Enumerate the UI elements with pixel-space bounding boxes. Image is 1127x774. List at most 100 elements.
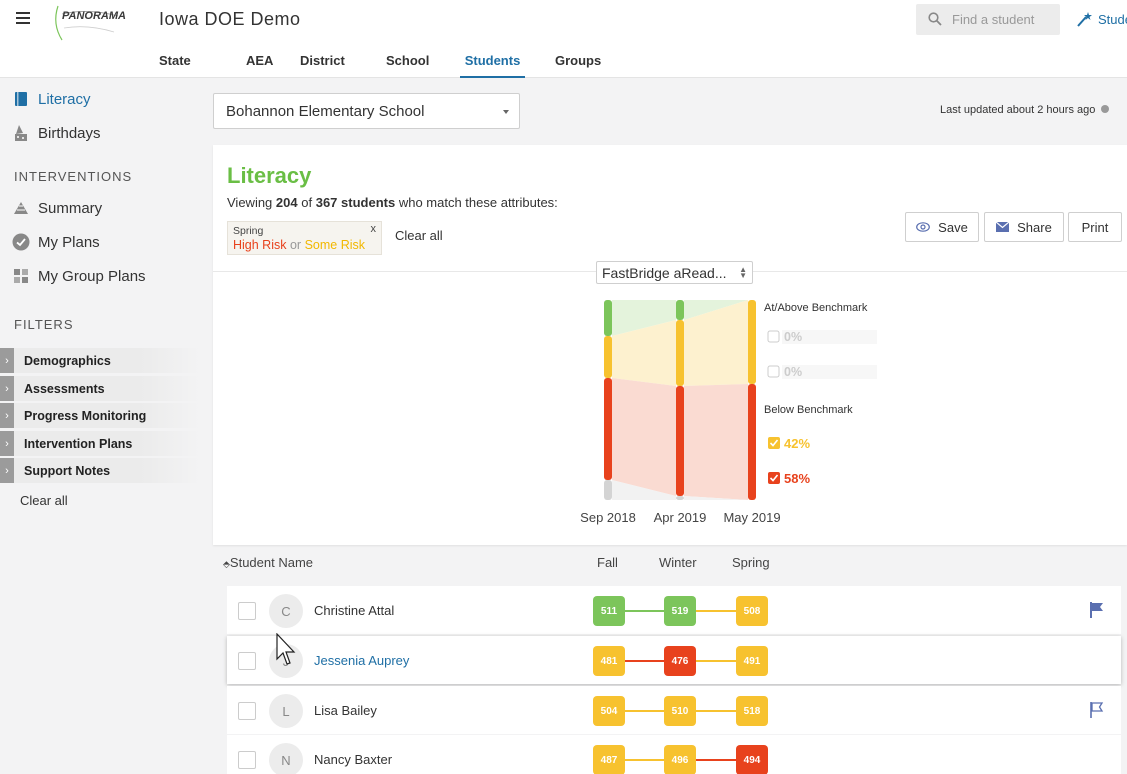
row-checkbox[interactable] bbox=[238, 702, 256, 720]
avatar: L bbox=[269, 694, 303, 728]
assessment-select-value: FastBridge aRead... bbox=[602, 265, 727, 281]
app-title: Iowa DOE Demo bbox=[159, 9, 301, 29]
filter-chip[interactable]: Spring x High Risk or Some Risk bbox=[227, 221, 382, 255]
school-select-value: Bohannon Elementary School bbox=[226, 103, 425, 120]
nav-tabs: State AEA District School Students Group… bbox=[159, 53, 615, 78]
fall-header: Fall bbox=[597, 555, 618, 570]
chevron-right-icon: › bbox=[0, 431, 14, 456]
score-fall: 481 bbox=[593, 646, 625, 676]
x-tick-label: May 2019 bbox=[723, 510, 780, 525]
share-button[interactable]: Share bbox=[984, 212, 1064, 242]
row-checkbox[interactable] bbox=[238, 751, 256, 769]
studio-link[interactable]: Student bbox=[1076, 11, 1127, 27]
table-row[interactable]: J Jessenia Auprey 481 476 491 bbox=[227, 636, 1121, 684]
filter-intervention-plans[interactable]: › Intervention Plans bbox=[0, 431, 200, 456]
row-checkbox[interactable] bbox=[238, 652, 256, 670]
flow-area-high-risk bbox=[684, 384, 748, 500]
school-select[interactable]: Bohannon Elementary School bbox=[213, 93, 520, 129]
legend-value: 42% bbox=[784, 436, 810, 451]
legend-checkbox bbox=[767, 365, 780, 378]
bar-segment bbox=[604, 336, 612, 378]
filter-support-notes[interactable]: › Support Notes bbox=[0, 458, 200, 483]
score-fall: 487 bbox=[593, 745, 625, 774]
tab-aea[interactable]: AEA bbox=[246, 53, 300, 78]
assessment-select[interactable]: FastBridge aRead... ▲ ▼ bbox=[596, 261, 753, 284]
student-name: Lisa Bailey bbox=[314, 703, 377, 718]
menu-icon[interactable] bbox=[16, 12, 30, 26]
help-icon[interactable] bbox=[1101, 105, 1110, 113]
tab-district[interactable]: District bbox=[300, 53, 386, 78]
envelope-icon bbox=[996, 222, 1010, 232]
score-spring: 494 bbox=[736, 745, 768, 774]
row-checkbox[interactable] bbox=[238, 602, 256, 620]
sidebar-clear-all[interactable]: Clear all bbox=[20, 493, 68, 508]
bar-segment-no-data bbox=[604, 480, 612, 500]
score-fall: 504 bbox=[593, 696, 625, 726]
flag-filled-icon[interactable] bbox=[1089, 601, 1105, 619]
flow-area-high-risk bbox=[612, 378, 676, 496]
tab-students[interactable]: Students bbox=[460, 53, 525, 78]
sidebar-item-label: My Group Plans bbox=[38, 267, 146, 285]
top-header: PANORAMA Iowa DOE Demo Find a student St… bbox=[0, 0, 1127, 78]
close-icon[interactable]: x bbox=[371, 223, 377, 235]
filter-demographics[interactable]: › Demographics bbox=[0, 348, 200, 373]
score-winter: 510 bbox=[664, 696, 696, 726]
wand-icon bbox=[1077, 12, 1092, 27]
save-button[interactable]: Save bbox=[905, 212, 979, 242]
bar-segment bbox=[676, 320, 684, 386]
viewing-suffix: who match these attributes: bbox=[398, 195, 558, 210]
filter-label: Assessments bbox=[24, 381, 105, 396]
sidebar-item-my-plans[interactable]: My Plans bbox=[12, 233, 100, 251]
print-button[interactable]: Print bbox=[1068, 212, 1122, 242]
tab-state[interactable]: State bbox=[159, 53, 246, 78]
score-winter: 519 bbox=[664, 596, 696, 626]
sort-icon: ⬘ bbox=[223, 559, 230, 569]
student-name-header-label: Student Name bbox=[229, 555, 314, 570]
score-winter: 476 bbox=[664, 646, 696, 676]
share-label: Share bbox=[1017, 219, 1052, 235]
score-connector bbox=[624, 759, 664, 761]
last-updated: Last updated about 2 hours ago bbox=[940, 104, 1110, 116]
literacy-card: Literacy Viewing 204 of 367 students who… bbox=[213, 145, 1127, 545]
table-row[interactable]: L Lisa Bailey 504 510 518 bbox=[227, 686, 1121, 734]
grid-icon bbox=[12, 267, 30, 285]
score-connector bbox=[696, 610, 736, 612]
tab-groups[interactable]: Groups bbox=[555, 53, 615, 78]
sidebar-item-birthdays[interactable]: Birthdays bbox=[12, 124, 101, 142]
legend-checkbox-checked bbox=[768, 472, 780, 484]
score-connector bbox=[696, 660, 736, 662]
last-updated-text: Last updated about 2 hours ago bbox=[940, 104, 1096, 116]
sidebar-item-literacy[interactable]: Literacy bbox=[12, 90, 91, 108]
student-search[interactable]: Find a student bbox=[916, 4, 1060, 35]
save-label: Save bbox=[938, 219, 968, 235]
interventions-heading: INTERVENTIONS bbox=[14, 169, 133, 184]
flag-outline-icon[interactable] bbox=[1089, 701, 1105, 719]
sidebar-item-label: My Plans bbox=[38, 233, 100, 251]
tab-school[interactable]: School bbox=[386, 53, 460, 78]
filter-assessments[interactable]: › Assessments bbox=[0, 376, 200, 401]
chip-season: Spring bbox=[233, 225, 264, 237]
filter-progress-monitoring[interactable]: › Progress Monitoring bbox=[0, 403, 200, 428]
viewing-total: 367 students bbox=[315, 195, 396, 210]
legend-checkbox-checked bbox=[768, 437, 780, 449]
student-name-link[interactable]: Jessenia Auprey bbox=[314, 653, 409, 668]
chevron-down-icon bbox=[503, 110, 509, 114]
panorama-logo[interactable]: PANORAMA bbox=[48, 4, 132, 42]
sidebar-item-summary[interactable]: Summary bbox=[12, 199, 102, 217]
viewing-of: of bbox=[301, 195, 313, 210]
legend-value: 0% bbox=[784, 330, 802, 344]
winter-header: Winter bbox=[659, 555, 697, 570]
cake-icon bbox=[12, 124, 30, 142]
legend-heading-below: Below Benchmark bbox=[764, 404, 853, 416]
sidebar-item-my-group-plans[interactable]: My Group Plans bbox=[12, 267, 146, 285]
print-label: Print bbox=[1081, 219, 1109, 235]
score-spring: 508 bbox=[736, 596, 768, 626]
chevron-right-icon: › bbox=[0, 458, 14, 483]
table-row[interactable]: C Christine Attal 511 519 508 bbox=[227, 586, 1121, 634]
chip-some-risk: Some Risk bbox=[304, 238, 366, 252]
filters-heading: FILTERS bbox=[14, 317, 74, 332]
clear-all-link[interactable]: Clear all bbox=[395, 228, 443, 243]
student-name-header[interactable]: ⬘Student Name bbox=[223, 555, 313, 570]
search-icon bbox=[928, 12, 942, 26]
table-row[interactable]: N Nancy Baxter 487 496 494 bbox=[227, 735, 1121, 774]
